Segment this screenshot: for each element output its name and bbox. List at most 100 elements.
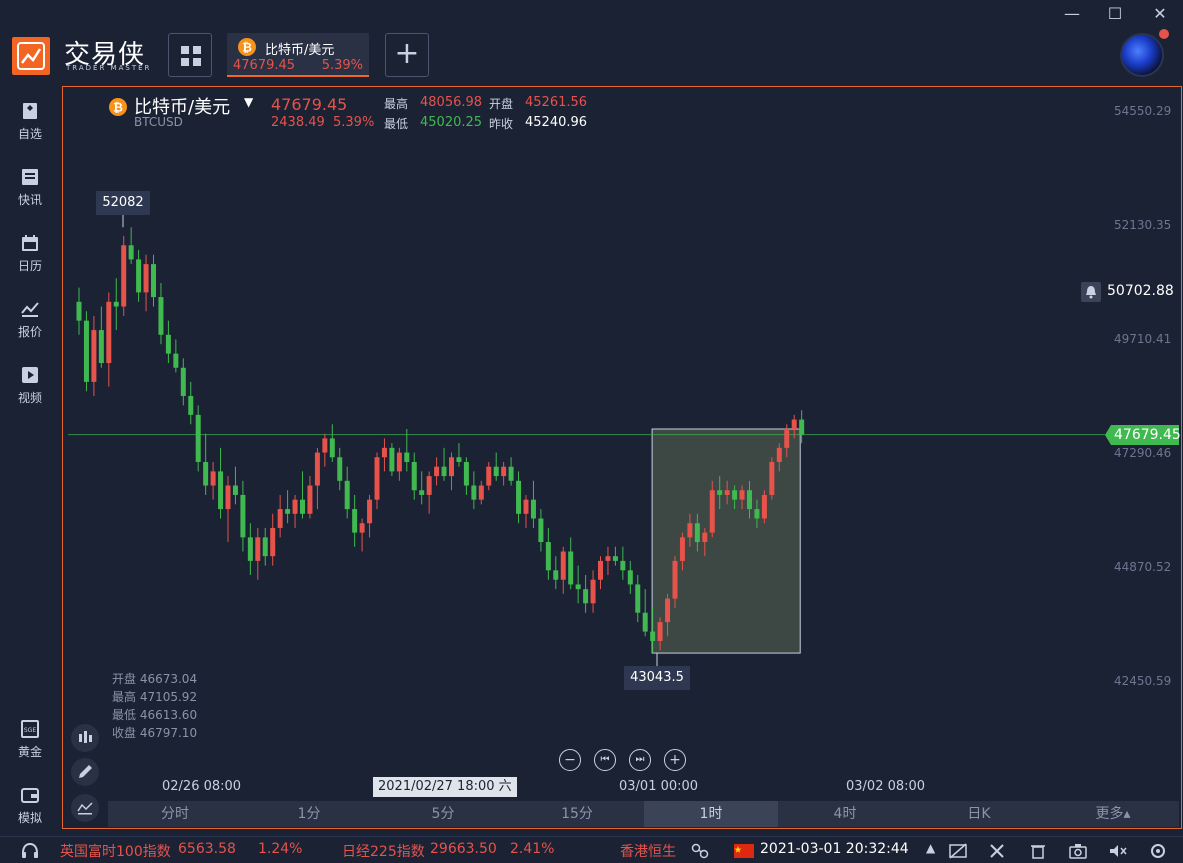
tab-timeframe-1h[interactable]: 1时 <box>644 801 778 827</box>
ticker-name[interactable]: 香港恒生 <box>620 841 676 861</box>
link-icon[interactable] <box>690 842 710 860</box>
candle-body <box>411 461 417 491</box>
candle-body <box>642 612 648 632</box>
pencil-icon <box>79 765 92 778</box>
candle-body <box>501 466 507 477</box>
candle-body <box>307 485 313 514</box>
zoom-in-button[interactable]: + <box>664 749 686 771</box>
prev-close-label: 昨收 <box>489 117 514 131</box>
candle-body <box>322 438 328 453</box>
draw-tool-button[interactable] <box>71 758 99 786</box>
candle-body <box>560 551 566 580</box>
candle-style-button[interactable] <box>71 724 99 752</box>
screen-off-icon[interactable] <box>948 842 968 860</box>
ticker-pct: 2.41% <box>510 841 555 857</box>
jump-end-button[interactable]: ⏭ <box>629 749 651 771</box>
candle-body <box>255 537 261 561</box>
symbol-dropdown-icon[interactable]: ▼ <box>244 95 253 109</box>
candle-body <box>441 466 447 477</box>
candle-body <box>210 471 216 486</box>
candle-body <box>344 480 350 510</box>
bell-icon[interactable] <box>1081 282 1101 302</box>
candle-body <box>724 490 730 495</box>
tab-timeframe-5m[interactable]: 5分 <box>376 801 510 827</box>
caret-up-icon[interactable]: ▲ <box>926 841 935 855</box>
candle-body <box>449 457 454 477</box>
zoom-out-button[interactable]: − <box>559 749 581 771</box>
candle-body <box>657 622 663 641</box>
candle-body <box>754 509 760 519</box>
candle-body <box>799 419 805 435</box>
candle-body <box>113 301 119 307</box>
candle-body <box>650 631 656 641</box>
candles-icon <box>79 731 92 743</box>
symbol-code: BTCUSD <box>134 115 183 129</box>
candle-body <box>434 466 440 477</box>
candle-body <box>508 466 514 481</box>
ticker-name[interactable]: 英国富时100指数 <box>60 841 171 861</box>
candle-body <box>262 537 268 557</box>
candle-body <box>620 560 626 571</box>
candle-body <box>493 466 499 477</box>
jump-start-button[interactable]: ⏮ <box>594 749 616 771</box>
mute-icon[interactable] <box>1108 842 1128 860</box>
price-change-pct: 5.39% <box>333 115 375 130</box>
candle-body <box>180 367 186 397</box>
candle-body <box>471 485 477 500</box>
candle-body <box>702 532 708 543</box>
candle-body <box>165 334 171 354</box>
candle-body <box>285 509 291 514</box>
candle-body <box>665 598 671 623</box>
candle-body <box>329 438 335 458</box>
candle-body <box>203 461 209 486</box>
candle-body <box>426 476 432 495</box>
candle-body <box>627 570 633 585</box>
camera-icon[interactable] <box>1068 842 1088 860</box>
candle-body <box>784 428 790 448</box>
settings-icon[interactable] <box>1148 842 1168 860</box>
candle-body <box>694 523 700 543</box>
prev-close-value: 45240.96 <box>525 115 588 130</box>
candle-body <box>300 499 305 514</box>
candle-body <box>218 471 224 510</box>
candle-body <box>314 452 320 486</box>
tab-timeframe-4h[interactable]: 4时 <box>778 801 912 827</box>
candle-body <box>598 560 603 580</box>
y-tick-label: 52130.35 <box>1114 218 1172 232</box>
candle-body <box>121 245 127 307</box>
candle-body <box>128 245 134 260</box>
headset-icon[interactable] <box>20 842 40 860</box>
indicator-button[interactable] <box>71 794 99 822</box>
tab-timeframe-day[interactable]: 日K <box>912 801 1046 827</box>
bitcoin-icon: ₿ <box>109 98 127 116</box>
candle-body <box>545 542 551 571</box>
low-value: 45020.25 <box>420 115 483 130</box>
cursor-close: 收盘 46797.10 <box>112 726 198 740</box>
x-tick-label: 02/26 08:00 <box>162 779 242 794</box>
candle-body <box>732 490 738 500</box>
ticker-bar: 英国富时100指数 6563.58 1.24% 日经225指数 29663.50… <box>0 836 1183 863</box>
candle-body <box>538 518 544 543</box>
candle-body <box>247 537 253 561</box>
indicator-icon <box>77 802 93 815</box>
tab-timeframe-15m[interactable]: 15分 <box>510 801 644 827</box>
min-price-marker: 43043.5 <box>624 666 690 690</box>
candle-body <box>188 396 194 415</box>
candle-body <box>478 485 484 500</box>
tools-icon[interactable] <box>988 842 1008 860</box>
cursor-low: 最低 46613.60 <box>112 708 198 722</box>
open-label: 开盘 <box>489 97 514 111</box>
candle-body <box>195 414 201 462</box>
tab-timeframe-more[interactable]: 更多▴ <box>1046 801 1180 827</box>
trash-icon[interactable] <box>1028 842 1048 860</box>
tab-timeframe-tick[interactable]: 分时 <box>108 801 242 827</box>
open-value: 45261.56 <box>525 95 588 110</box>
candle-body <box>672 560 678 599</box>
tab-timeframe-1m[interactable]: 1分 <box>242 801 376 827</box>
candle-body <box>583 589 589 604</box>
candle-body <box>516 480 522 514</box>
ticker-name[interactable]: 日经225指数 <box>342 841 425 861</box>
y-tick-label: 47290.46 <box>1114 446 1172 460</box>
candle-body <box>575 584 581 590</box>
price-change: 2438.49 <box>271 115 325 130</box>
